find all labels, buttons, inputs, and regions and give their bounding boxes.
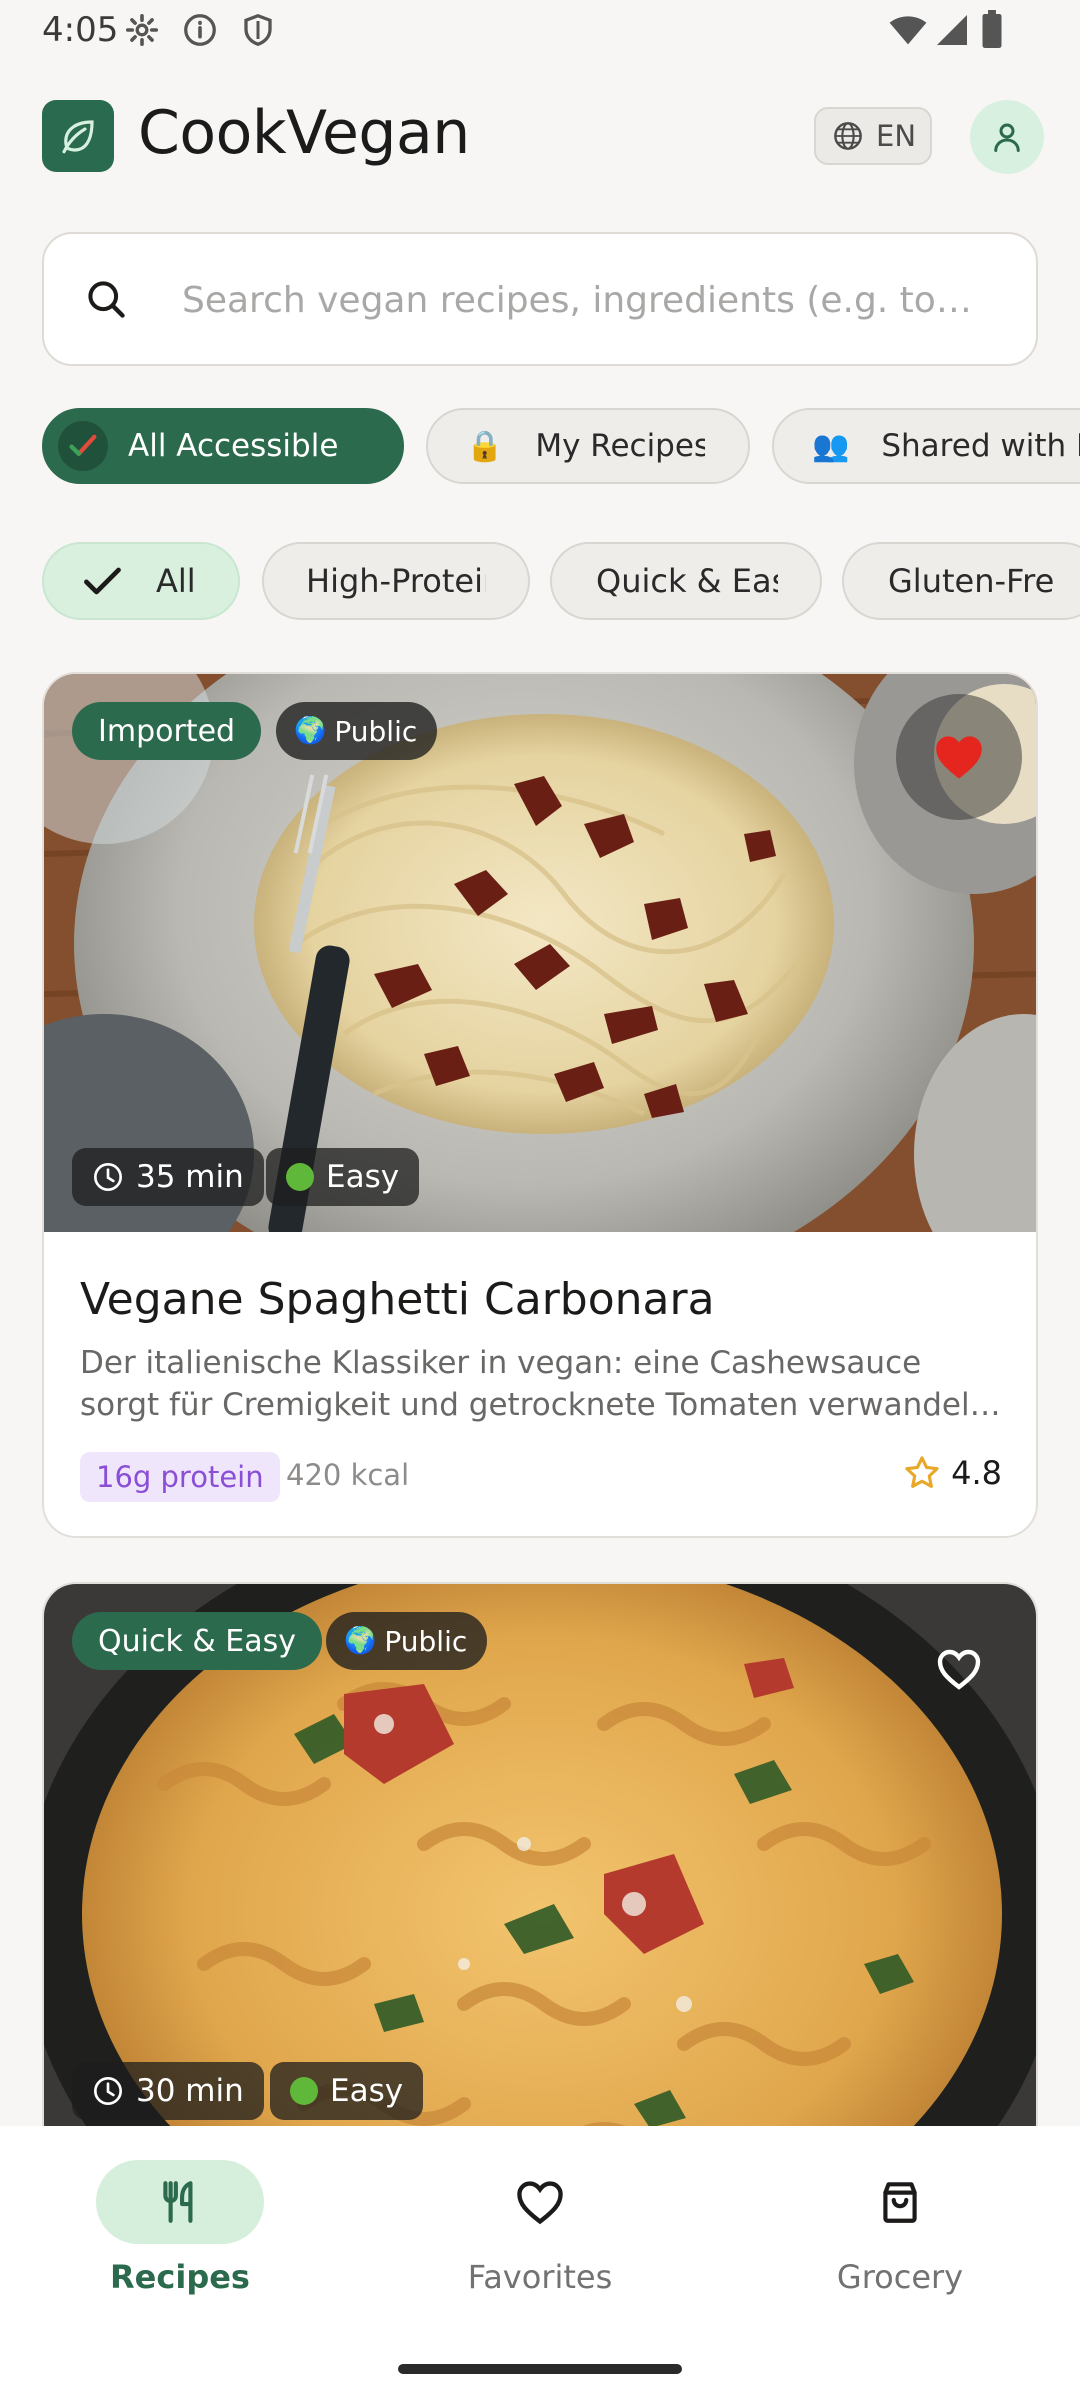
heart-outline-icon [937, 1649, 981, 1690]
green-dot-icon [290, 2077, 318, 2105]
filter-quick-easy[interactable]: Quick & Easy [550, 542, 822, 620]
language-selector[interactable]: EN [814, 107, 932, 165]
language-label: EN [876, 119, 917, 153]
signal-icon [937, 15, 967, 45]
recipe-card[interactable]: Imported 🌍 Public 35 min Easy Vegane Spa… [42, 672, 1038, 1538]
recipe-tag-badge: Imported [72, 702, 262, 760]
category-filter-row: All High-Protein Quick & Easy Gluten-Fre… [42, 542, 1080, 622]
cook-time: 30 min [136, 2073, 244, 2109]
nav-favorites[interactable]: Favorites [430, 2160, 650, 2296]
cook-time-pill: 35 min [72, 1148, 264, 1206]
people-icon: 👥 [812, 428, 850, 464]
heart-filled-icon [936, 736, 982, 779]
home-indicator[interactable] [398, 2364, 682, 2374]
shopping-bag-icon [883, 2182, 917, 2223]
chip-label: My Recipes [535, 428, 706, 464]
recipe-title: Vegane Spaghetti Carbonara [80, 1274, 715, 1325]
globe-icon: 🌍 [294, 716, 327, 746]
check-icon [69, 434, 97, 456]
status-bar: 4:05 [0, 0, 1080, 62]
user-icon [994, 123, 1020, 152]
filter-gluten-free[interactable]: Gluten-Free [842, 542, 1080, 620]
chip-my-recipes[interactable]: 🔒 My Recipes [426, 408, 750, 484]
search-bar[interactable]: Search vegan recipes, ingredients (e.g. … [42, 232, 1038, 366]
nav-label: Recipes [110, 2258, 250, 2296]
difficulty-pill: Easy [270, 2062, 424, 2120]
chip-shared-with-me[interactable]: 👥 Shared with Me [772, 408, 1080, 484]
recipe-tag-badge: Quick & Easy [72, 1612, 323, 1670]
nav-icon-container [96, 2160, 264, 2244]
wifi-icon [889, 16, 927, 45]
chip-check-badge [58, 421, 108, 471]
app-logo [42, 100, 114, 172]
recipe-rating: 4.8 [903, 1454, 1002, 1492]
filter-high-protein[interactable]: High-Protein [262, 542, 530, 620]
difficulty: Easy [326, 1159, 400, 1195]
search-icon [88, 281, 125, 318]
settings-icon [125, 13, 159, 47]
rating-value: 4.8 [951, 1454, 1002, 1492]
filter-label: Gluten-Free [888, 562, 1056, 600]
check-icon [84, 567, 121, 595]
recipe-description: Der italienische Klassiker in vegan: ein… [80, 1345, 990, 1423]
protein-badge: 16g protein [80, 1452, 280, 1502]
nav-label: Grocery [836, 2258, 964, 2296]
filter-label: All [156, 562, 196, 600]
app-title: CookVegan [138, 98, 470, 168]
calories: 420 kcal [286, 1458, 410, 1492]
search-input[interactable]: Search vegan recipes, ingredients (e.g. … [182, 280, 1022, 321]
filter-all[interactable]: All [42, 542, 240, 620]
clock-icon [94, 1163, 122, 1191]
favorite-button[interactable] [896, 694, 1022, 820]
globe-icon: 🌍 [344, 1626, 377, 1656]
fork-knife-icon [163, 2181, 193, 2223]
access-filter-row: All Accessible 🔒 My Recipes 👥 Shared wit… [42, 408, 1080, 486]
lock-icon: 🔒 [466, 428, 504, 464]
battery-icon [982, 10, 1002, 48]
heart-icon [517, 2181, 563, 2225]
visibility-label: Public [384, 1624, 468, 1658]
green-dot-icon [286, 1163, 314, 1191]
chip-all-accessible[interactable]: All Accessible [42, 408, 404, 484]
star-icon [905, 1456, 939, 1488]
cook-time: 35 min [136, 1159, 244, 1195]
status-time: 4:05 [42, 10, 119, 50]
profile-button[interactable] [970, 100, 1044, 174]
difficulty: Easy [330, 2073, 404, 2109]
nav-label: Favorites [467, 2258, 613, 2296]
nav-grocery[interactable]: Grocery [790, 2160, 1010, 2296]
recipe-card[interactable]: Quick & Easy 🌍 Public 30 min Easy [42, 1582, 1038, 2202]
favorite-button[interactable] [896, 1606, 1022, 1732]
visibility-badge: 🌍 Public [326, 1612, 488, 1670]
bottom-navigation: Recipes Favorites Grocery [0, 2126, 1080, 2400]
difficulty-pill: Easy [266, 1148, 420, 1206]
nav-icon-container [456, 2160, 624, 2244]
leaf-icon [62, 120, 94, 154]
filter-label: High-Protein [306, 562, 486, 600]
visibility-badge: 🌍 Public [276, 702, 438, 760]
nav-icon-container [816, 2160, 984, 2244]
globe-icon [834, 122, 862, 150]
visibility-label: Public [334, 714, 418, 748]
filter-label: Quick & Easy [596, 562, 778, 600]
cook-time-pill: 30 min [72, 2062, 264, 2120]
shield-icon [244, 13, 272, 46]
chip-label: Shared with Me [881, 428, 1080, 464]
info-icon [184, 14, 216, 46]
chip-label: All Accessible [128, 428, 339, 464]
clock-icon [94, 2077, 122, 2105]
nav-recipes[interactable]: Recipes [70, 2160, 290, 2296]
